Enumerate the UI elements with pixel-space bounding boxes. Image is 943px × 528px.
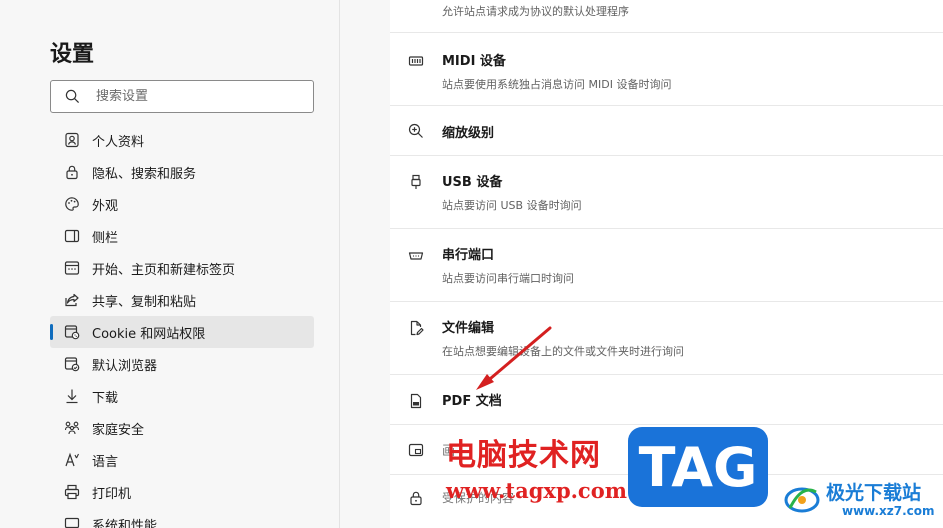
home-grid-icon <box>63 260 80 277</box>
cookie-icon <box>63 324 80 341</box>
zoom-icon <box>408 123 424 139</box>
search-icon <box>65 89 80 104</box>
permission-row-usb[interactable]: USB 设备 站点要访问 USB 设备时询问 <box>390 156 943 229</box>
midi-icon <box>408 53 424 69</box>
lock-icon <box>63 164 80 181</box>
permission-row-zoom[interactable]: 缩放级别 <box>390 106 943 156</box>
system-icon <box>63 516 80 528</box>
row-description: 站点要使用系统独占消息访问 MIDI 设备时询问 <box>442 78 672 91</box>
sidebar-item-privacy[interactable]: 隐私、搜索和服务 <box>50 156 314 188</box>
sidebar-item-cookies[interactable]: Cookie 和网站权限 <box>50 316 314 348</box>
row-description: 站点要访问 USB 设备时询问 <box>442 199 582 212</box>
sidebar-item-label: 下载 <box>92 390 119 406</box>
row-title: USB 设备 <box>442 175 503 190</box>
profile-icon <box>63 132 80 149</box>
download-icon <box>63 388 80 405</box>
settings-sidebar: 设置 个人资料 隐私、搜索和服务 外观 侧栏 开始、主页和新建标签页 共享、复制… <box>0 0 340 528</box>
brand-logo-icon <box>784 487 820 513</box>
sidebar-item-system[interactable]: 系统和性能 <box>50 508 314 528</box>
sidebar-icon <box>63 228 80 245</box>
sidebar-item-family-safety[interactable]: 家庭安全 <box>50 412 314 444</box>
sidebar-item-label: 外观 <box>92 198 119 214</box>
sidebar-item-share[interactable]: 共享、复制和粘贴 <box>50 284 314 316</box>
sidebar-item-label: 侧栏 <box>92 230 119 246</box>
sidebar-item-label: 开始、主页和新建标签页 <box>92 262 236 278</box>
sidebar-item-languages[interactable]: 语言 <box>50 444 314 476</box>
search-box[interactable] <box>50 80 314 113</box>
page-title: 设置 <box>50 42 95 67</box>
permission-row-midi[interactable]: MIDI 设备 站点要使用系统独占消息访问 MIDI 设备时询问 <box>390 33 943 106</box>
sidebar-item-default-browser[interactable]: 默认浏览器 <box>50 348 314 380</box>
row-description: 允许站点请求成为协议的默认处理程序 <box>442 5 629 18</box>
watermark-text: 电脑技术网 <box>446 438 601 473</box>
sidebar-item-sidebar[interactable]: 侧栏 <box>50 220 314 252</box>
settings-nav: 个人资料 隐私、搜索和服务 外观 侧栏 开始、主页和新建标签页 共享、复制和粘贴… <box>50 124 314 528</box>
browser-icon <box>63 356 80 373</box>
share-icon <box>63 292 80 309</box>
row-title: MIDI 设备 <box>442 54 506 69</box>
protected-content-icon <box>408 490 424 506</box>
brand-name: 极光下载站 <box>826 482 922 504</box>
brand-site: www.xz7.com <box>842 504 935 518</box>
watermark-url: www.tagxp.com <box>446 478 627 503</box>
annotation-arrow-icon <box>476 326 552 390</box>
language-icon <box>63 452 80 469</box>
row-title: 串行端口 <box>442 248 495 263</box>
sidebar-item-label: 家庭安全 <box>92 422 145 438</box>
tag-badge: TAG <box>628 427 768 507</box>
file-edit-icon <box>408 320 424 336</box>
sidebar-item-appearance[interactable]: 外观 <box>50 188 314 220</box>
sidebar-item-start-home[interactable]: 开始、主页和新建标签页 <box>50 252 314 284</box>
sidebar-item-label: 共享、复制和粘贴 <box>92 294 197 310</box>
sidebar-item-label: Cookie 和网站权限 <box>92 326 206 342</box>
row-description: 站点要访问串行端口时询问 <box>442 272 574 285</box>
sidebar-item-printers[interactable]: 打印机 <box>50 476 314 508</box>
sidebar-item-label: 隐私、搜索和服务 <box>92 166 197 182</box>
family-icon <box>63 420 80 437</box>
brand-watermark: 极光下载站 www.xz7.com <box>782 472 943 528</box>
sidebar-item-label: 语言 <box>92 454 119 470</box>
row-title: 缩放级别 <box>442 126 495 141</box>
palette-icon <box>63 196 80 213</box>
permission-row-protocol-handlers[interactable]: 允许站点请求成为协议的默认处理程序 <box>390 0 943 33</box>
printer-icon <box>63 484 80 501</box>
sidebar-item-downloads[interactable]: 下载 <box>50 380 314 412</box>
sidebar-item-profile[interactable]: 个人资料 <box>50 124 314 156</box>
pdf-icon <box>408 393 424 409</box>
search-input[interactable] <box>96 89 296 104</box>
picture-icon <box>408 442 424 458</box>
sidebar-item-label: 系统和性能 <box>92 518 158 528</box>
usb-icon <box>408 174 424 190</box>
sidebar-item-label: 默认浏览器 <box>92 358 158 374</box>
permission-row-serial-ports[interactable]: 串行端口 站点要访问串行端口时询问 <box>390 229 943 302</box>
sidebar-item-label: 个人资料 <box>92 134 145 150</box>
sidebar-item-label: 打印机 <box>92 486 132 502</box>
serial-port-icon <box>408 248 424 264</box>
